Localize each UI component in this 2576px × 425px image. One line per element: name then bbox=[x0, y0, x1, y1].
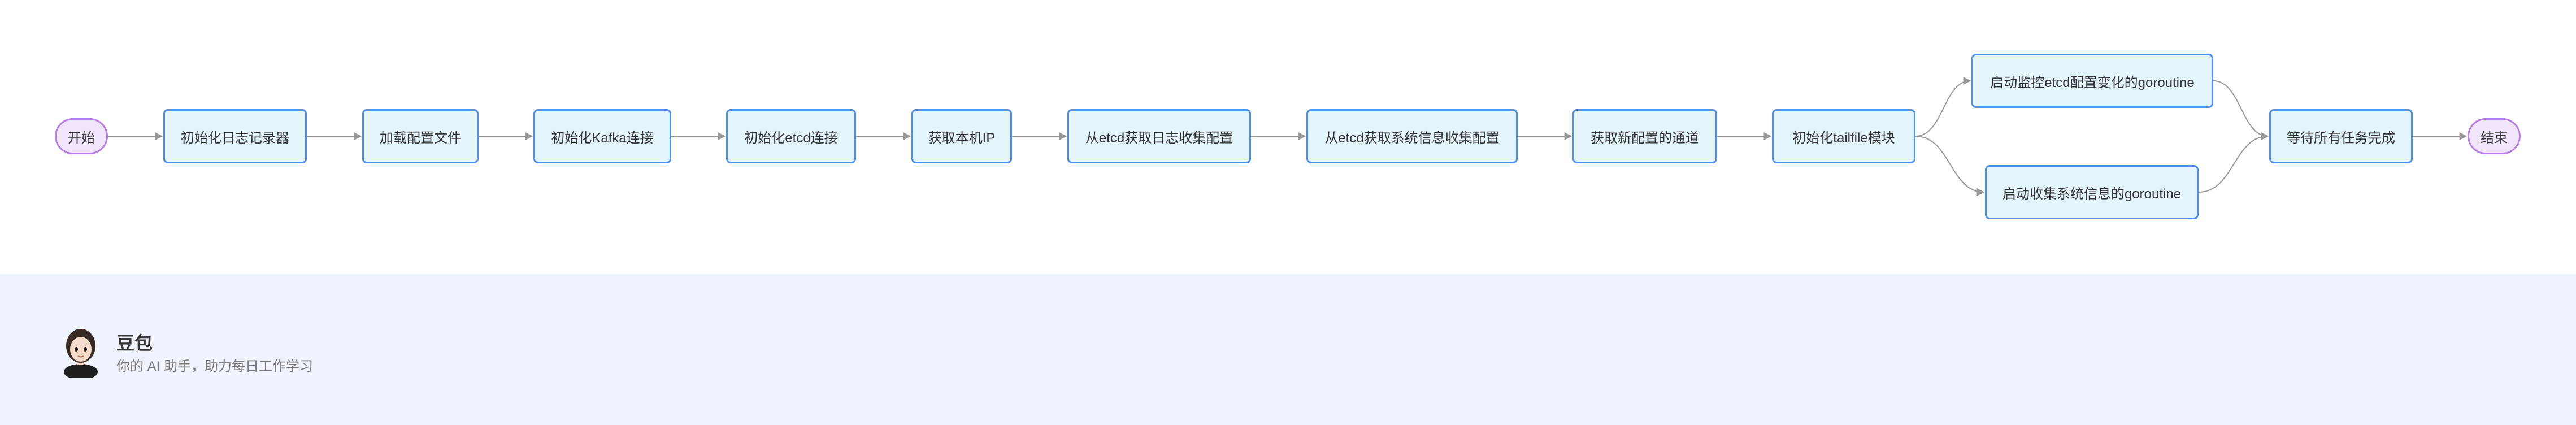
node-load-config-file: 加载配置文件 bbox=[362, 109, 479, 163]
node-etcd-sysinfo-config: 从etcd获取系统信息收集配置 bbox=[1306, 109, 1518, 163]
edge-n10-to-n12 bbox=[2213, 80, 2269, 140]
edge-n9-to-n11 bbox=[1915, 136, 1985, 196]
footer bbox=[0, 274, 2576, 425]
flowchart: 开始 初始化日志记录器 加载配置文件 初始化Kafka连接 初始化etcd连接 … bbox=[0, 0, 2576, 274]
node-new-config-channel: 获取新配置的通道 bbox=[1572, 109, 1717, 163]
page: 开始 初始化日志记录器 加载配置文件 初始化Kafka连接 初始化etcd连接 … bbox=[0, 0, 2576, 425]
node-init-etcd: 初始化etcd连接 bbox=[726, 109, 856, 163]
node-watch-etcd-goroutine: 启动监控etcd配置变化的goroutine bbox=[1971, 54, 2213, 108]
node-init-logger: 初始化日志记录器 bbox=[163, 109, 307, 163]
node-start: 开始 bbox=[55, 118, 108, 154]
node-sysinfo-goroutine: 启动收集系统信息的goroutine bbox=[1985, 165, 2199, 219]
node-init-kafka: 初始化Kafka连接 bbox=[533, 109, 671, 163]
node-init-tailfile: 初始化tailfile模块 bbox=[1772, 109, 1915, 163]
brand-name: 豆包 bbox=[116, 333, 153, 353]
brand-tagline: 你的 AI 助手，助力每日工作学习 bbox=[116, 359, 314, 374]
node-get-local-ip: 获取本机IP bbox=[911, 109, 1012, 163]
node-end: 结束 bbox=[2468, 118, 2521, 154]
node-wait-all-tasks: 等待所有任务完成 bbox=[2269, 109, 2413, 163]
node-etcd-log-config: 从etcd获取日志收集配置 bbox=[1067, 109, 1251, 163]
edge-n11-to-n12 bbox=[2198, 132, 2269, 193]
edge-n9-to-n10 bbox=[1915, 77, 1971, 137]
doubao-avatar-icon bbox=[64, 329, 98, 378]
